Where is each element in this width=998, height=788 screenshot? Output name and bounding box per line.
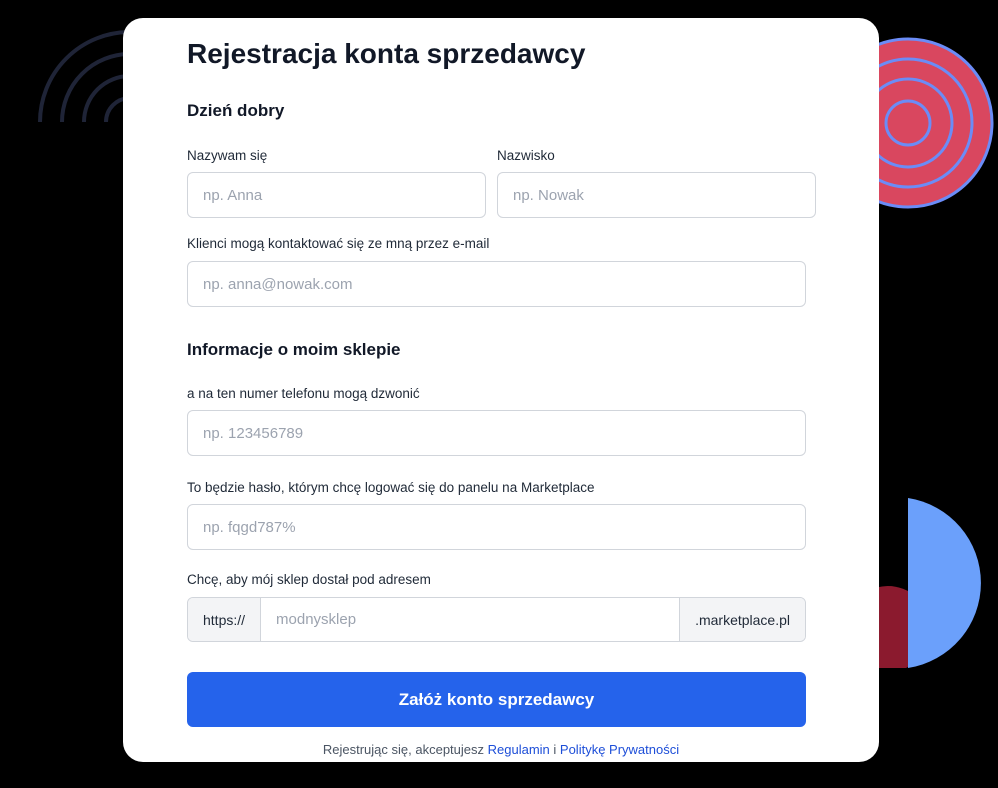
last-name-input[interactable]	[497, 172, 816, 218]
last-name-label: Nazwisko	[497, 148, 555, 163]
section-heading-shop: Informacje o moim sklepie	[187, 340, 401, 359]
create-seller-account-button[interactable]: Załóż konto sprzedawcy	[187, 672, 806, 727]
section-heading-greeting: Dzień dobry	[187, 101, 285, 120]
page-background: Rejestracja konta sprzedawcy Dzień dobry…	[0, 0, 998, 788]
phone-label: a na ten numer telefonu mogą dzwonić	[187, 386, 420, 401]
shop-url-suffix: .marketplace.pl	[679, 598, 805, 641]
first-name-input[interactable]	[187, 172, 486, 218]
email-label: Klienci mogą kontaktować się ze mną prze…	[187, 236, 490, 251]
shop-url-prefix: https://	[188, 598, 262, 641]
shop-url-label: Chcę, aby mój sklep dostał pod adresem	[187, 572, 431, 587]
terms-text-between: i	[549, 742, 560, 757]
password-input[interactable]	[187, 504, 806, 550]
registration-card: Rejestracja konta sprzedawcy Dzień dobry…	[123, 18, 879, 762]
page-title: Rejestracja konta sprzedawcy	[187, 38, 586, 69]
email-input[interactable]	[187, 261, 806, 307]
phone-input[interactable]	[187, 410, 806, 456]
terms-link[interactable]: Regulamin	[488, 742, 550, 757]
privacy-policy-link[interactable]: Politykę Prywatności	[560, 742, 679, 757]
shop-url-input[interactable]	[261, 598, 680, 641]
password-label: To będzie hasło, którym chcę logować się…	[187, 480, 595, 495]
first-name-label: Nazywam się	[187, 148, 268, 163]
shop-url-group: https:// .marketplace.pl	[187, 597, 806, 642]
terms-text-before: Rejestrując się, akceptujesz	[322, 742, 488, 757]
terms-notice: Rejestrując się, akceptujesz Regulamin i…	[123, 742, 879, 757]
